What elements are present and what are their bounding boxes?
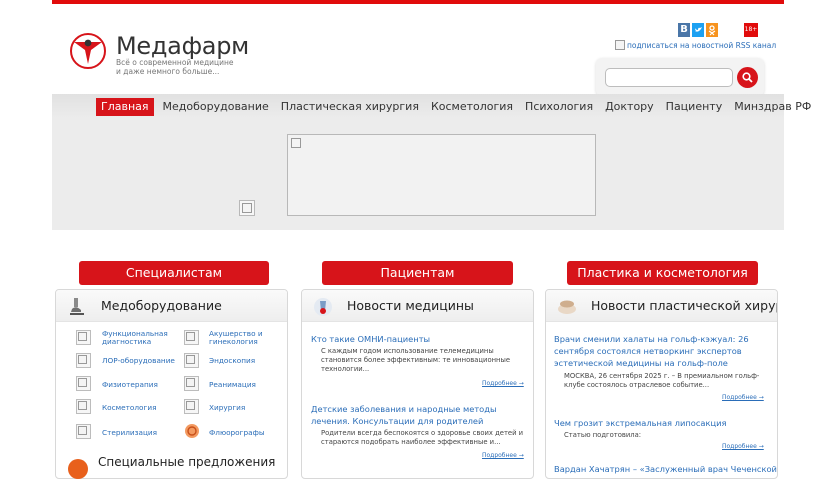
- nav-item-patient[interactable]: Пациенту: [660, 98, 729, 116]
- age-rating-badge: 18+: [744, 23, 758, 37]
- equipment-panel-header: Медоборудование: [56, 290, 287, 322]
- odnoklassniki-icon[interactable]: [706, 23, 718, 37]
- news-medicine-icon: [314, 298, 332, 316]
- vk-icon[interactable]: В: [678, 23, 690, 37]
- nav-item-plastic-surgery[interactable]: Пластическая хирургия: [275, 98, 425, 116]
- nav-item-psychology[interactable]: Психология: [519, 98, 599, 116]
- search-icon: [742, 72, 753, 83]
- news-title-link[interactable]: Кто такие ОМНИ-пациенты: [311, 333, 526, 345]
- medical-news-panel: Новости медицины Кто такие ОМНИ-пациенты…: [301, 289, 534, 479]
- news-excerpt: МОСКВА, 26 сентября 2025 г. – В премиаль…: [564, 372, 760, 389]
- site-tagline: Всё о современной медицине и даже немног…: [116, 58, 234, 76]
- equipment-thumb[interactable]: [76, 399, 91, 414]
- equipment-link[interactable]: Эндоскопия: [209, 357, 279, 365]
- news-excerpt: С каждым годом использование телемедицин…: [321, 347, 511, 373]
- equipment-panel: Медоборудование Функциональная диагности…: [55, 289, 288, 479]
- category-plastic-cosmetology-button[interactable]: Пластика и косметология: [567, 261, 758, 285]
- broken-image-icon: [242, 203, 252, 213]
- equipment-link[interactable]: Физиотерапия: [102, 381, 172, 389]
- nav-item-cosmetology[interactable]: Косметология: [425, 98, 519, 116]
- plastic-news-panel: Новости пластической хирургии Врачи смен…: [545, 289, 778, 479]
- plastic-news-header: Новости пластической хирургии: [546, 290, 777, 322]
- rss-label: подписаться на новостной RSS канал: [627, 41, 777, 50]
- equipment-thumb[interactable]: [76, 330, 91, 345]
- equipment-thumb[interactable]: [184, 376, 199, 391]
- equipment-thumb[interactable]: [184, 330, 199, 345]
- nav-item-main[interactable]: Главная: [96, 98, 154, 116]
- equipment-link[interactable]: Флюорографы: [209, 429, 279, 437]
- site-name[interactable]: Медафарм: [116, 32, 249, 60]
- small-banner-image[interactable]: [239, 200, 255, 216]
- microscope-icon: [70, 298, 84, 315]
- site-header: Медафарм Всё о современной медицине и да…: [52, 4, 784, 96]
- news-more-link[interactable]: Подробнее →: [722, 443, 764, 450]
- news-excerpt: Родители всегда беспокоятся о здоровье с…: [321, 429, 524, 446]
- equipment-thumb[interactable]: [76, 376, 91, 391]
- nav-item-doctor[interactable]: Доктору: [599, 98, 660, 116]
- news-title-link[interactable]: Чем грозит экстремальная липосакция: [554, 417, 774, 429]
- broken-image-icon: [291, 138, 301, 148]
- rss-subscribe-link[interactable]: подписаться на новостной RSS канал: [615, 40, 776, 50]
- twitter-icon[interactable]: [692, 23, 704, 37]
- equipment-thumb[interactable]: [76, 353, 91, 368]
- search-input[interactable]: [605, 68, 733, 87]
- news-more-link[interactable]: Подробнее →: [482, 380, 524, 387]
- equipment-link[interactable]: Косметология: [102, 404, 172, 412]
- news-title-link[interactable]: Детские заболевания и народные методы ле…: [311, 403, 531, 427]
- medical-news-header: Новости медицины: [302, 290, 533, 322]
- nav-bar: Главная Медоборудование Пластическая хир…: [52, 94, 811, 118]
- medical-news-title: Новости медицины: [347, 298, 474, 313]
- news-excerpt: Статью подготовила:: [564, 431, 642, 439]
- equipment-thumb[interactable]: [184, 399, 199, 414]
- equipment-link[interactable]: Функциональная диагностика: [102, 330, 172, 346]
- search-box: [596, 58, 764, 96]
- cosmetics-jar-icon: [558, 300, 576, 314]
- rss-image-icon: [615, 40, 625, 50]
- special-offers-icon: [68, 459, 88, 479]
- hero-band: Главная Медоборудование Пластическая хир…: [52, 94, 811, 230]
- special-offers-heading[interactable]: Специальные предложения: [98, 455, 275, 469]
- nav-item-minzdrav[interactable]: Минздрав РФ: [728, 98, 817, 116]
- main-nav: Главная Медоборудование Пластическая хир…: [96, 98, 817, 116]
- equipment-thumb[interactable]: [76, 424, 91, 439]
- equipment-link[interactable]: Стерилизация: [102, 429, 172, 437]
- search-button[interactable]: [737, 67, 758, 88]
- equipment-link[interactable]: Акушерство и гинекология: [209, 330, 279, 346]
- news-more-link[interactable]: Подробнее →: [482, 452, 524, 459]
- equipment-link[interactable]: Реанимация: [209, 381, 279, 389]
- news-more-link[interactable]: Подробнее →: [722, 394, 764, 401]
- equipment-link[interactable]: ЛОР-оборудование: [102, 357, 178, 365]
- fluorograph-icon[interactable]: [184, 423, 200, 439]
- category-specialists-button[interactable]: Специалистам: [79, 261, 269, 285]
- medafarm-logo-icon[interactable]: [68, 31, 108, 71]
- banner-image[interactable]: [287, 134, 596, 216]
- nav-item-equipment[interactable]: Медоборудование: [157, 98, 275, 116]
- equipment-thumb[interactable]: [184, 353, 199, 368]
- plastic-news-title: Новости пластической хирургии: [591, 298, 777, 313]
- news-title-link[interactable]: Врачи сменили халаты на гольф-кэжуал: 26…: [554, 333, 774, 369]
- category-patients-button[interactable]: Пациентам: [322, 261, 513, 285]
- equipment-title: Медоборудование: [101, 298, 222, 313]
- equipment-link[interactable]: Хирургия: [209, 404, 279, 412]
- news-title-link[interactable]: Вардан Хачатрян – «Заслуженный врач Чече…: [554, 463, 777, 475]
